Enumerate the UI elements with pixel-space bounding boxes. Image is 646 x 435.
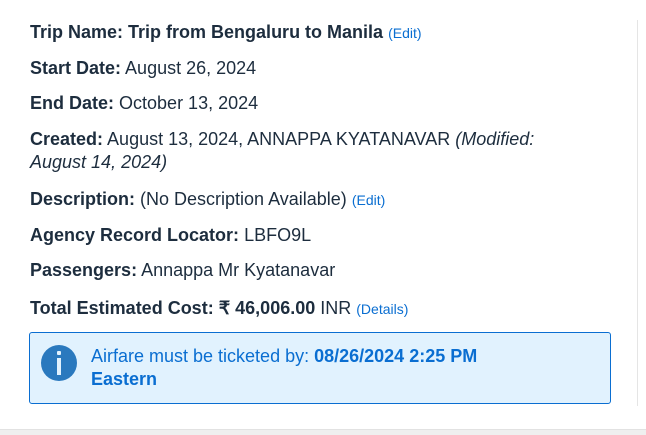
edit-trip-name-link[interactable]: (Edit): [388, 25, 421, 41]
trip-name-label: Trip Name:: [30, 22, 124, 42]
bottom-divider: [0, 429, 646, 435]
passengers-row: Passengers: Annappa Mr Kyatanavar: [30, 259, 335, 282]
description-value: (No Description Available): [140, 189, 347, 209]
record-locator-row: Agency Record Locator: LBFO9L: [30, 224, 311, 247]
passengers-value: Annappa Mr Kyatanavar: [141, 260, 336, 280]
modified-text: (Modified:: [455, 129, 535, 149]
cost-amount: ₹ 46,006.00: [218, 298, 316, 318]
created-label: Created:: [30, 129, 104, 149]
alert-message: Airfare must be ticketed by: 08/26/2024 …: [91, 345, 591, 391]
info-icon: [41, 345, 77, 381]
cost-label: Total Estimated Cost:: [30, 298, 214, 318]
cost-currency: INR: [320, 298, 352, 318]
trip-name-row: Trip Name: Trip from Bengaluru to Manila…: [30, 21, 422, 45]
alert-timezone: Eastern: [91, 369, 158, 389]
alert-text: Airfare must be ticketed by:: [91, 346, 310, 366]
modified-date: August 14, 2024): [30, 152, 168, 172]
edit-description-link[interactable]: (Edit): [352, 192, 385, 208]
ticketing-alert: Airfare must be ticketed by: 08/26/2024 …: [29, 332, 611, 404]
record-locator-value: LBFO9L: [244, 225, 312, 245]
created-row: Created: August 13, 2024, ANNAPPA KYATAN…: [30, 128, 534, 151]
end-date-value: October 13, 2024: [119, 93, 259, 113]
end-date-row: End Date: October 13, 2024: [30, 92, 258, 115]
record-locator-label: Agency Record Locator:: [30, 225, 240, 245]
trip-name-value: Trip from Bengaluru to Manila: [128, 22, 384, 42]
cost-row: Total Estimated Cost: ₹ 46,006.00 INR (D…: [30, 297, 408, 321]
start-date-row: Start Date: August 26, 2024: [30, 57, 256, 80]
end-date-label: End Date:: [30, 93, 115, 113]
start-date-value: August 26, 2024: [125, 58, 257, 78]
description-row: Description: (No Description Available) …: [30, 188, 385, 212]
cost-details-link[interactable]: (Details): [356, 301, 408, 317]
description-label: Description:: [30, 189, 136, 209]
alert-deadline: 08/26/2024 2:25 PM: [314, 346, 478, 366]
start-date-label: Start Date:: [30, 58, 122, 78]
panel-divider: [637, 20, 638, 406]
passengers-label: Passengers:: [30, 260, 138, 280]
created-value: August 13, 2024, ANNAPPA KYATANAVAR: [107, 129, 451, 149]
